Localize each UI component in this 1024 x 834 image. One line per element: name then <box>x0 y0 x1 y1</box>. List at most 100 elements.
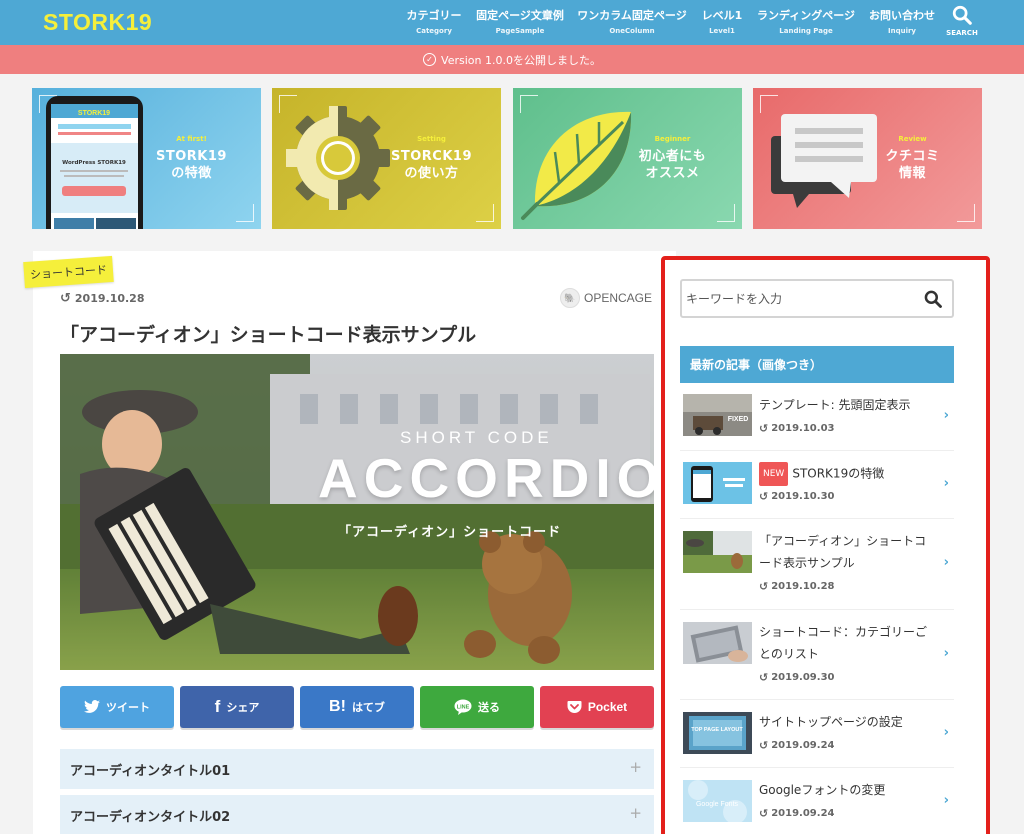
update-icon: ↺ <box>759 807 769 820</box>
widget-title: 最新の記事（画像つき） <box>680 346 954 383</box>
share-hatena-button[interactable]: B! はてブ <box>300 686 414 728</box>
post-date: ↺ 2019.09.30 <box>759 671 834 684</box>
recent-post-item[interactable]: TOP PAGE LAYOUT サイトトップページの設定 ↺ 2019.09.24… <box>680 700 954 768</box>
card-title-line2: 情報 <box>898 166 926 181</box>
feature-card-review[interactable]: Review クチコミ 情報 <box>753 88 982 229</box>
check-circle-icon: ✓ <box>423 53 437 66</box>
nav-item-one-column[interactable]: ワンカラム固定ページ OneColumn <box>576 0 688 45</box>
line-icon: LINE <box>454 699 472 715</box>
share-facebook-button[interactable]: f シェア <box>180 686 294 728</box>
thumb-text: FIXED <box>728 416 749 423</box>
facebook-icon: f <box>214 697 221 716</box>
search-icon <box>924 290 942 308</box>
recent-post-item[interactable]: 「アコーディオン」ショートコ ード表示サンプル ↺ 2019.10.28 › <box>680 519 954 610</box>
nav-sublabel: PageSample <box>495 27 545 35</box>
recent-post-item[interactable]: NEW STORK19の特徴 ↺ 2019.10.30 › <box>680 451 954 519</box>
nav-item-landing-page[interactable]: ランディングページ Landing Page <box>754 0 858 45</box>
nav-item-category[interactable]: カテゴリー Category <box>402 0 466 45</box>
feature-card-features[interactable]: STORK19 WordPress STORK19 At first! STOR… <box>32 88 261 229</box>
card-title-line1: STORCK19 <box>391 149 472 164</box>
nav-label: 固定ページ文章例 <box>476 9 564 22</box>
recent-post-item[interactable]: Google Fonts Googleフォントの変更 ↺ 2019.09.24 › <box>680 768 954 828</box>
recent-post-item[interactable]: FIXED テンプレート: 先頭固定表示 ↺ 2019.10.03 › <box>680 383 954 451</box>
card-title-line1: STORK19 <box>156 149 227 164</box>
post-thumbnail: FIXED <box>683 394 752 436</box>
nav-item-inquiry[interactable]: お問い合わせ Inquiry <box>866 0 938 45</box>
post-date-text: 2019.09.30 <box>771 672 835 683</box>
hero-image: SHORT CODE ACCORDION 「アコーディオン」ショートコード <box>60 354 654 670</box>
chevron-right-icon: › <box>943 793 949 808</box>
post-thumbnail <box>683 622 752 664</box>
announcement-bar[interactable]: ✓ Version 1.0.0を公開しました。 <box>0 45 1024 74</box>
article-author[interactable]: 🐘 OPENCAGE <box>559 288 652 308</box>
search-label: SEARCH <box>946 29 978 37</box>
update-icon: ↺ <box>759 671 769 684</box>
card-title-line2: の特徴 <box>171 166 212 181</box>
chevron-right-icon: › <box>943 646 949 661</box>
post-date: ↺ 2019.09.24 <box>759 739 834 752</box>
site-logo[interactable]: STORK19 <box>43 9 152 36</box>
plus-icon: + <box>629 804 642 822</box>
recent-post-item[interactable]: ショートコード：カテゴリーご とのリスト ↺ 2019.09.30 › <box>680 610 954 700</box>
card-corner <box>760 95 778 113</box>
nav-label: カテゴリー <box>406 9 462 22</box>
chevron-right-icon: › <box>943 408 949 423</box>
plus-icon: + <box>629 758 642 776</box>
nav-item-level1[interactable]: レベル1 Level1 <box>699 0 745 45</box>
post-thumbnail <box>683 531 752 573</box>
update-icon: ↺ <box>60 291 71 306</box>
article-title: 「アコーディオン」ショートコード表示サンプル <box>60 324 477 346</box>
card-title-line1: クチコミ <box>885 149 940 164</box>
update-icon: ↺ <box>759 580 769 593</box>
feature-card-beginner[interactable]: Beginner 初心者にも オススメ <box>513 88 742 229</box>
chevron-right-icon: › <box>943 725 949 740</box>
accordion-item[interactable]: アコーディオンタイトル02 + <box>60 795 654 834</box>
accordion-item[interactable]: アコーディオンタイトル01 + <box>60 749 654 789</box>
card-label-en: Beginner <box>654 135 691 143</box>
share-line-button[interactable]: LINE 送る <box>420 686 534 728</box>
post-date: ↺ 2019.10.03 <box>759 422 834 435</box>
nav-sublabel: Landing Page <box>779 27 833 35</box>
post-date-text: 2019.10.28 <box>771 581 835 592</box>
post-date: ↺ 2019.09.24 <box>759 807 834 820</box>
nav-label: お問い合わせ <box>869 9 935 22</box>
post-title: Googleフォントの変更 <box>759 783 886 797</box>
announcement-text: Version 1.0.0を公開しました。 <box>441 53 601 67</box>
post-title: サイトトップページの設定 <box>759 715 903 729</box>
sidebar-search <box>680 279 954 318</box>
post-date-text: 2019.09.24 <box>771 740 835 751</box>
pocket-icon <box>567 700 582 714</box>
article-date-text: 2019.10.28 <box>74 292 145 305</box>
avatar: 🐘 <box>559 288 580 308</box>
accordion-title: アコーディオンタイトル01 <box>70 763 231 779</box>
post-thumbnail: Google Fonts <box>683 780 752 822</box>
post-date-text: 2019.10.30 <box>771 491 835 502</box>
post-thumbnail <box>683 462 752 504</box>
header-search-button[interactable]: SEARCH <box>946 4 978 42</box>
article-date: ↺ 2019.10.28 <box>60 291 145 306</box>
card-corner <box>279 95 297 113</box>
share-label: シェア <box>226 701 260 714</box>
chevron-right-icon: › <box>943 555 949 570</box>
site-header: STORK19 カテゴリー Category 固定ページ文章例 PageSamp… <box>0 0 1024 45</box>
nav-item-page-sample[interactable]: 固定ページ文章例 PageSample <box>474 0 566 45</box>
card-label-en: Setting <box>417 135 446 143</box>
phone-brand: STORK19 <box>78 110 110 117</box>
share-twitter-button[interactable]: ツイート <box>60 686 174 728</box>
search-submit-button[interactable] <box>922 288 944 310</box>
post-date: ↺ 2019.10.28 <box>759 580 834 593</box>
card-title-line1: 初心者にも <box>638 149 707 164</box>
twitter-icon <box>84 700 100 714</box>
card-title-line2: の使い方 <box>404 166 459 181</box>
post-title: テンプレート: 先頭固定表示 <box>759 398 911 412</box>
search-input[interactable] <box>686 291 922 306</box>
hatena-icon: B! <box>329 698 346 715</box>
feature-card-usage[interactable]: Setting STORCK19 の使い方 <box>272 88 501 229</box>
update-icon: ↺ <box>759 739 769 752</box>
post-date-text: 2019.09.24 <box>771 808 835 819</box>
post-title-line2: ード表示サンプル <box>759 556 855 570</box>
post-thumbnail: TOP PAGE LAYOUT <box>683 712 752 754</box>
new-badge: NEW <box>759 462 789 486</box>
post-title-line2: とのリスト <box>759 647 819 661</box>
share-pocket-button[interactable]: Pocket <box>540 686 654 728</box>
